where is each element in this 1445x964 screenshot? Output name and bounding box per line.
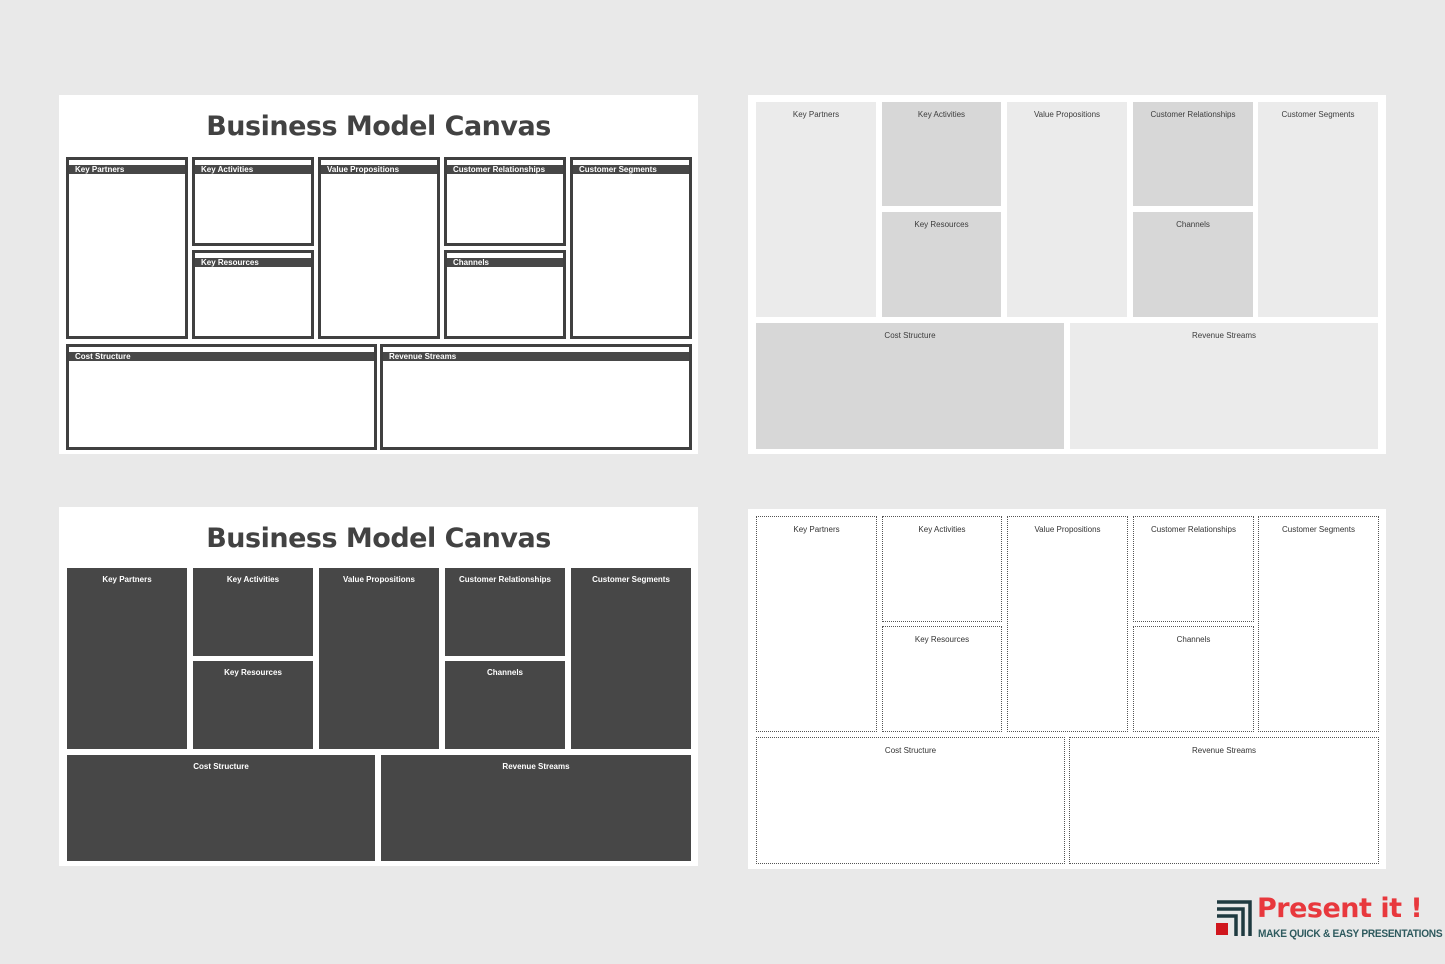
block-header-bar: Customer Relationships	[447, 165, 563, 174]
block-header-bar: Value Propositions	[321, 165, 437, 174]
block-cost-structure: Cost Structure	[67, 755, 375, 861]
block-cost-structure: Cost Structure	[66, 344, 377, 450]
block-value-propositions: Value Propositions	[1007, 102, 1127, 317]
block-label: Value Propositions	[327, 165, 400, 174]
block-customer-relationships: Customer Relationships	[445, 568, 565, 656]
block-label: Value Propositions	[342, 575, 415, 584]
block-key-activities: Key Activities	[882, 516, 1002, 622]
block-label: Value Propositions	[1034, 525, 1101, 534]
block-label: Customer Segments	[1281, 110, 1355, 119]
block-customer-segments: Customer Segments	[571, 568, 691, 749]
block-customer-relationships: Customer Relationships	[444, 157, 566, 246]
block-label: Key Resources	[914, 220, 969, 229]
block-label: Revenue Streams	[1191, 331, 1257, 340]
block-key-resources: Key Resources	[882, 626, 1002, 732]
block-label: Customer Segments	[592, 575, 670, 584]
block-value-propositions: Value Propositions	[319, 568, 439, 749]
block-label: Customer Segments	[579, 165, 657, 174]
block-header-bar: Customer Segments	[573, 165, 689, 174]
block-revenue-streams: Revenue Streams	[380, 344, 692, 450]
block-channels: Channels	[1133, 212, 1253, 317]
block-key-activities: Key Activities	[193, 568, 313, 656]
block-key-partners: Key Partners	[756, 102, 876, 317]
block-revenue-streams: Revenue Streams	[1069, 737, 1379, 864]
block-header-bar: Key Activities	[195, 165, 311, 174]
block-header-bar: Cost Structure	[69, 352, 374, 361]
block-revenue-streams: Revenue Streams	[1070, 323, 1378, 449]
block-label: Key Partners	[792, 110, 840, 119]
block-label: Key Partners	[102, 575, 152, 584]
block-key-partners: Key Partners	[66, 157, 188, 339]
slide-title: Business Model Canvas	[206, 523, 551, 554]
block-label: Customer Relationships	[458, 575, 551, 584]
block-revenue-streams: Revenue Streams	[381, 755, 691, 861]
block-label: Cost Structure	[884, 746, 937, 755]
block-label: Revenue Streams	[389, 352, 457, 361]
block-header-bar: Key Partners	[69, 165, 185, 174]
block-customer-segments: Customer Segments	[1258, 516, 1379, 732]
block-label: Key Resources	[201, 258, 259, 267]
block-label: Revenue Streams	[502, 762, 570, 771]
block-label: Key Resources	[914, 635, 970, 644]
block-label: Key Activities	[918, 525, 966, 534]
block-key-resources: Key Resources	[882, 212, 1001, 317]
block-label: Channels	[1176, 220, 1210, 229]
block-value-propositions: Value Propositions	[318, 157, 440, 339]
block-label: Channels	[486, 668, 523, 677]
block-label: Key Activities	[201, 165, 254, 174]
block-customer-segments: Customer Segments	[1258, 102, 1378, 317]
block-header-bar: Revenue Streams	[383, 352, 689, 361]
block-key-partners: Key Partners	[756, 516, 877, 732]
block-label: Channels	[453, 258, 490, 267]
block-value-propositions: Value Propositions	[1007, 516, 1128, 732]
brand-tagline: MAKE QUICK & EASY PRESENTATIONS	[1258, 928, 1443, 940]
block-label: Customer Relationships	[453, 165, 546, 174]
block-channels: Channels	[444, 250, 566, 339]
block-label: Cost Structure	[75, 352, 131, 361]
block-header-bar: Key Resources	[195, 258, 311, 267]
brand-name: Present it !	[1257, 893, 1423, 924]
slide-title: Business Model Canvas	[206, 111, 551, 142]
brand-logo: Present it ! MAKE QUICK & EASY PRESENTAT…	[1216, 893, 1443, 943]
block-key-activities: Key Activities	[882, 102, 1001, 206]
block-customer-segments: Customer Segments	[570, 157, 692, 339]
block-label: Key Partners	[75, 165, 125, 174]
block-label: Customer Relationships	[1151, 525, 1236, 534]
block-label: Cost Structure	[193, 762, 249, 771]
block-label: Revenue Streams	[1191, 746, 1257, 755]
block-cost-structure: Cost Structure	[756, 737, 1065, 864]
slide-dotted[interactable]: Key Partners Key Activities Key Resource…	[748, 509, 1386, 869]
block-label: Key Resources	[224, 668, 282, 677]
block-label: Channels	[1176, 635, 1211, 644]
stacked-corner-bars-icon	[1216, 900, 1252, 936]
block-key-activities: Key Activities	[192, 157, 314, 246]
block-label: Key Partners	[793, 525, 840, 534]
block-customer-relationships: Customer Relationships	[1133, 516, 1254, 622]
block-label: Customer Relationships	[1150, 110, 1236, 119]
slide-dark[interactable]: Business Model Canvas Key Partners Key A…	[59, 507, 698, 866]
slide-light-grey[interactable]: Key Partners Key Activities Key Resource…	[748, 95, 1386, 454]
block-key-partners: Key Partners	[67, 568, 187, 749]
block-cost-structure: Cost Structure	[756, 323, 1064, 449]
block-channels: Channels	[445, 661, 565, 749]
block-header-bar: Channels	[447, 258, 563, 267]
block-key-resources: Key Resources	[193, 661, 313, 749]
block-label: Cost Structure	[884, 331, 936, 340]
block-label: Key Activities	[226, 575, 280, 584]
block-label: Customer Segments	[1282, 525, 1355, 534]
block-label: Key Activities	[917, 110, 966, 119]
block-label: Value Propositions	[1033, 110, 1101, 119]
slide-outlined[interactable]: Business Model Canvas Key Partners Key A…	[59, 95, 698, 454]
block-key-resources: Key Resources	[192, 250, 314, 339]
block-customer-relationships: Customer Relationships	[1133, 102, 1253, 206]
block-channels: Channels	[1133, 626, 1254, 732]
